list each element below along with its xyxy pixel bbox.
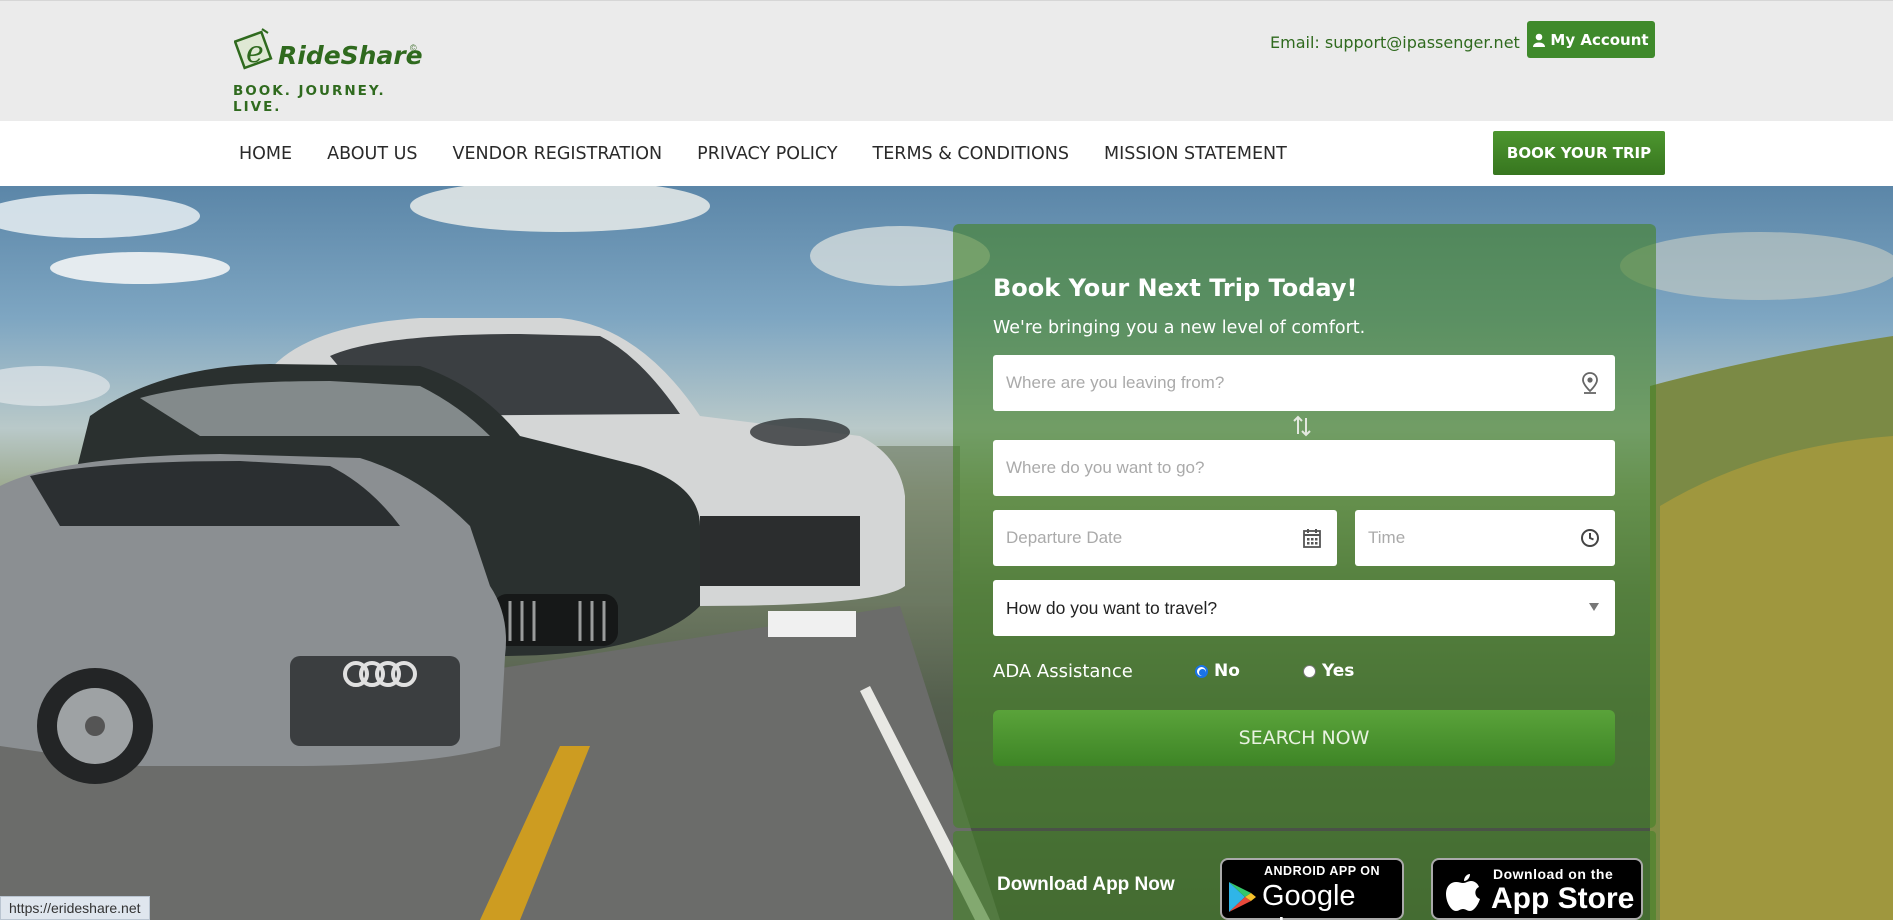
nav-terms-conditions[interactable]: TERMS & CONDITIONS: [873, 144, 1069, 164]
book-your-trip-button[interactable]: BOOK YOUR TRIP: [1493, 131, 1665, 175]
nav-home[interactable]: HOME: [239, 144, 292, 164]
google-play-icon: [1229, 882, 1256, 912]
logo-mark-icon: e: [234, 28, 273, 70]
my-account-label: My Account: [1550, 30, 1649, 49]
user-icon: [1533, 33, 1546, 47]
search-now-button[interactable]: SEARCH NOW: [993, 710, 1615, 766]
apple-icon: [1446, 874, 1480, 911]
booking-subtitle: We're bringing you a new level of comfor…: [993, 318, 1366, 338]
google-play-badge[interactable]: ANDROID APP ON Google play: [1220, 858, 1404, 920]
from-location-input[interactable]: Where are you leaving from?: [993, 355, 1615, 411]
time-input[interactable]: Time: [1355, 510, 1615, 566]
radio-unselected-dot: [1303, 664, 1316, 678]
support-email[interactable]: Email: support@ipassenger.net: [1270, 33, 1520, 52]
app-download-strip: Download App Now ANDROID APP ON Google p…: [953, 831, 1656, 920]
map-pin-icon: [1582, 372, 1598, 394]
dropdown-arrow-icon: [1589, 603, 1599, 611]
google-small-text: ANDROID APP ON: [1264, 864, 1381, 878]
to-placeholder: Where do you want to go?: [1006, 458, 1205, 477]
radio-selected-dot: [1195, 664, 1208, 678]
top-header: e RideShare © BOOK. JOURNEY. LIVE. Email…: [0, 0, 1893, 121]
my-account-button[interactable]: My Account: [1527, 21, 1655, 58]
travel-type-select[interactable]: How do you want to travel?: [993, 580, 1615, 636]
ada-yes-radio[interactable]: Yes: [1303, 661, 1354, 681]
app-store-badge[interactable]: Download on the App Store: [1431, 858, 1643, 920]
logo-tagline: BOOK. JOURNEY. LIVE.: [233, 83, 386, 115]
browser-status-url: https://erideshare.net: [0, 896, 150, 920]
download-app-text: Download App Now: [997, 874, 1175, 895]
nav-vendor-registration[interactable]: VENDOR REGISTRATION: [453, 144, 663, 164]
time-placeholder: Time: [1368, 528, 1406, 547]
calendar-icon: [1303, 529, 1321, 548]
logo-name: RideShare: [278, 41, 423, 70]
booking-panel: Book Your Next Trip Today! We're bringin…: [953, 224, 1656, 828]
registered-mark: ©: [410, 43, 417, 53]
departure-date-input[interactable]: Departure Date: [993, 510, 1337, 566]
svg-text:e: e: [246, 35, 264, 70]
clock-icon: [1581, 529, 1599, 547]
booking-title: Book Your Next Trip Today!: [993, 274, 1358, 302]
apple-big-text: App Store: [1491, 882, 1635, 915]
ada-assistance-label: ADA Assistance: [993, 661, 1133, 682]
ada-yes-label: Yes: [1322, 661, 1355, 681]
nav-about-us[interactable]: ABOUT US: [327, 144, 417, 164]
site-logo[interactable]: e RideShare © BOOK. JOURNEY. LIVE.: [232, 25, 432, 115]
nav-mission-statement[interactable]: MISSION STATEMENT: [1104, 144, 1287, 164]
ada-no-radio[interactable]: No: [1195, 661, 1240, 681]
nav-privacy-policy[interactable]: PRIVACY POLICY: [697, 144, 837, 164]
destination-input[interactable]: Where do you want to go?: [993, 440, 1615, 496]
travel-select-value: How do you want to travel?: [1006, 597, 1218, 618]
date-placeholder: Departure Date: [1006, 528, 1123, 547]
ada-no-label: No: [1214, 661, 1240, 681]
apple-small-text: Download on the: [1493, 866, 1614, 882]
google-big-text: Google play: [1262, 880, 1356, 920]
swap-icon[interactable]: [1291, 415, 1313, 437]
from-placeholder: Where are you leaving from?: [1006, 373, 1225, 392]
main-nav: HOME ABOUT US VENDOR REGISTRATION PRIVAC…: [0, 121, 1893, 186]
